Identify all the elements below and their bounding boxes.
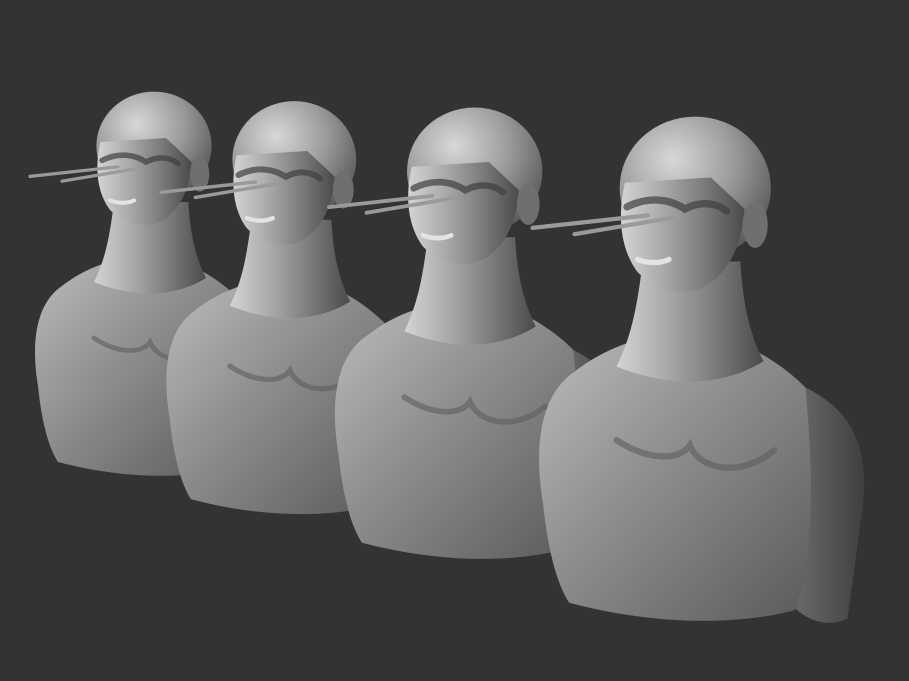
ear xyxy=(517,183,540,225)
bust-render-scene xyxy=(28,91,865,623)
busts-layer xyxy=(28,91,865,623)
bust-4[interactable] xyxy=(530,116,865,623)
sculpt-viewport[interactable] xyxy=(0,0,909,681)
ear xyxy=(742,201,768,248)
